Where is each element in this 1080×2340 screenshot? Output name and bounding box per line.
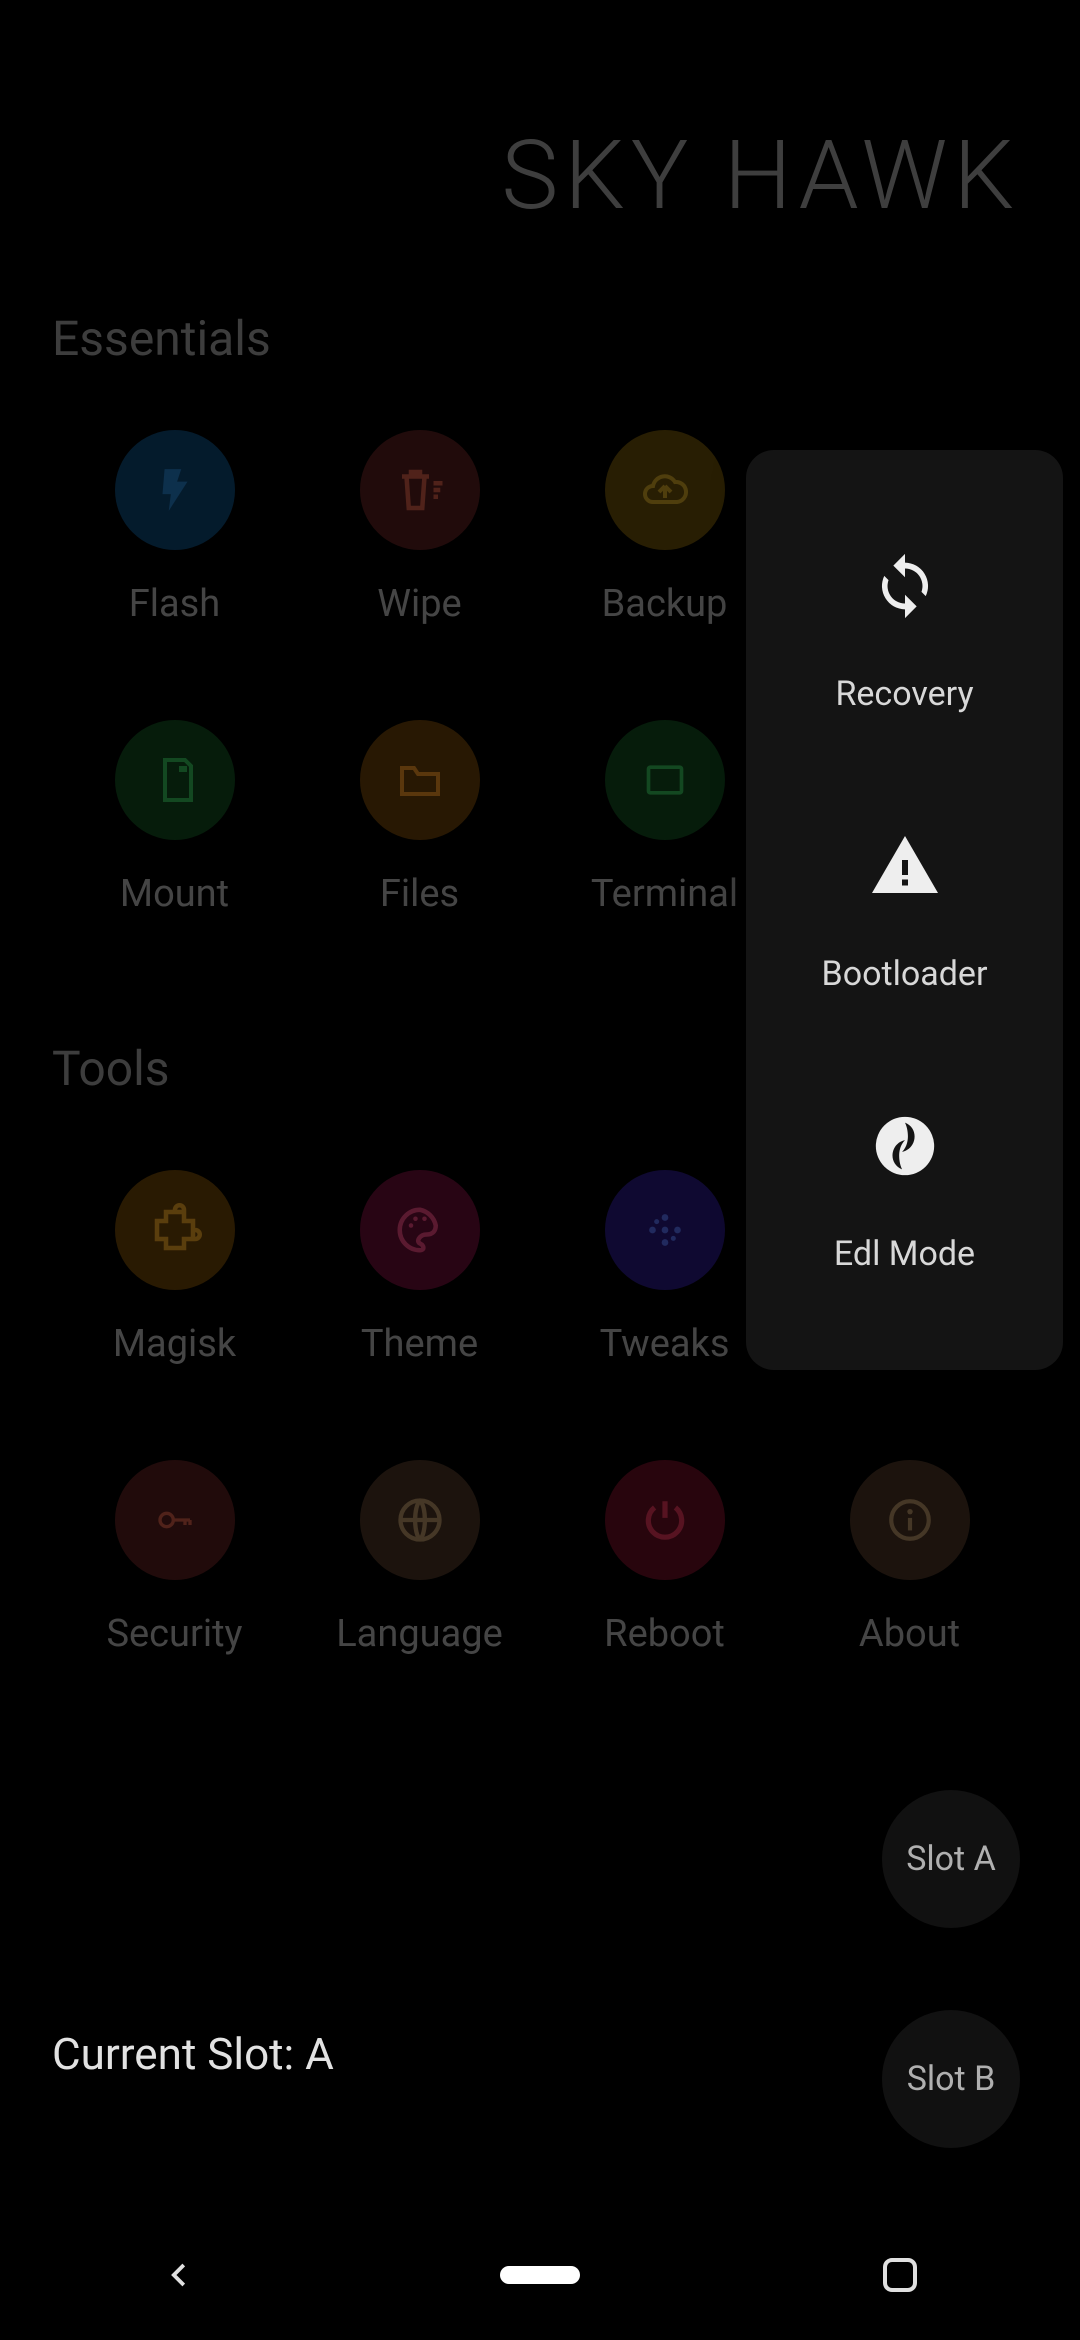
grid-item-label: Flash: [52, 582, 297, 626]
popup-item-label: Recovery: [835, 674, 973, 714]
chevron-left-icon: [165, 2255, 195, 2295]
sync-icon: [865, 546, 945, 626]
grid-item-label: Theme: [297, 1322, 542, 1366]
trash-icon: [360, 430, 480, 550]
folder-icon: [360, 720, 480, 840]
home-pill-icon: [500, 2266, 580, 2284]
grid-item-label: Reboot: [542, 1612, 787, 1656]
grid-item-label: About: [787, 1612, 1032, 1656]
grid-item-wipe[interactable]: Wipe: [297, 430, 542, 626]
grid-item-label: Language: [297, 1612, 542, 1656]
palette-icon: [360, 1170, 480, 1290]
recents-square-icon: [883, 2258, 917, 2292]
terminal-icon: [605, 720, 725, 840]
nav-home-button[interactable]: [500, 2245, 580, 2305]
page-title: SKY HAWK: [0, 120, 1020, 232]
grid-item-label: Files: [297, 872, 542, 916]
current-slot-label: Current Slot: A: [52, 2028, 334, 2080]
popup-item-label: Edl Mode: [834, 1234, 975, 1274]
info-icon: [850, 1460, 970, 1580]
section-header-tools: Tools: [52, 1040, 170, 1097]
grid-item-label: Wipe: [297, 582, 542, 626]
warning-icon: [865, 826, 945, 906]
globe-icon: [360, 1460, 480, 1580]
sd-card-icon: [115, 720, 235, 840]
popup-item-bootloader[interactable]: Bootloader: [746, 826, 1063, 994]
grid-item-magisk[interactable]: Magisk: [52, 1170, 297, 1366]
reboot-popup: Recovery Bootloader Edl Mode: [746, 450, 1063, 1370]
grid-item-about[interactable]: About: [787, 1460, 1032, 1656]
grid-item-reboot[interactable]: Reboot: [542, 1460, 787, 1656]
slot-b-button[interactable]: Slot B: [882, 2010, 1020, 2148]
grid-item-label: Mount: [52, 872, 297, 916]
cloud-up-icon: [605, 430, 725, 550]
grid-item-flash[interactable]: Flash: [52, 430, 297, 626]
power-icon: [605, 1460, 725, 1580]
puzzle-icon: [115, 1170, 235, 1290]
grid-item-files[interactable]: Files: [297, 720, 542, 916]
flash-icon: [115, 430, 235, 550]
popup-item-recovery[interactable]: Recovery: [746, 546, 1063, 714]
section-header-essentials: Essentials: [52, 310, 271, 367]
popup-item-edl[interactable]: Edl Mode: [746, 1106, 1063, 1274]
popup-item-label: Bootloader: [822, 954, 988, 994]
grid-item-label: Magisk: [52, 1322, 297, 1366]
navigation-bar: [0, 2210, 1080, 2340]
slot-a-button[interactable]: Slot A: [882, 1790, 1020, 1928]
nav-back-button[interactable]: [140, 2245, 220, 2305]
grid-item-label: Security: [52, 1612, 297, 1656]
nav-recents-button[interactable]: [860, 2245, 940, 2305]
snapdragon-icon: [865, 1106, 945, 1186]
grid-item-security[interactable]: Security: [52, 1460, 297, 1656]
key-icon: [115, 1460, 235, 1580]
grid-item-mount[interactable]: Mount: [52, 720, 297, 916]
grid-item-theme[interactable]: Theme: [297, 1170, 542, 1366]
grid-item-language[interactable]: Language: [297, 1460, 542, 1656]
sparkle-icon: [605, 1170, 725, 1290]
